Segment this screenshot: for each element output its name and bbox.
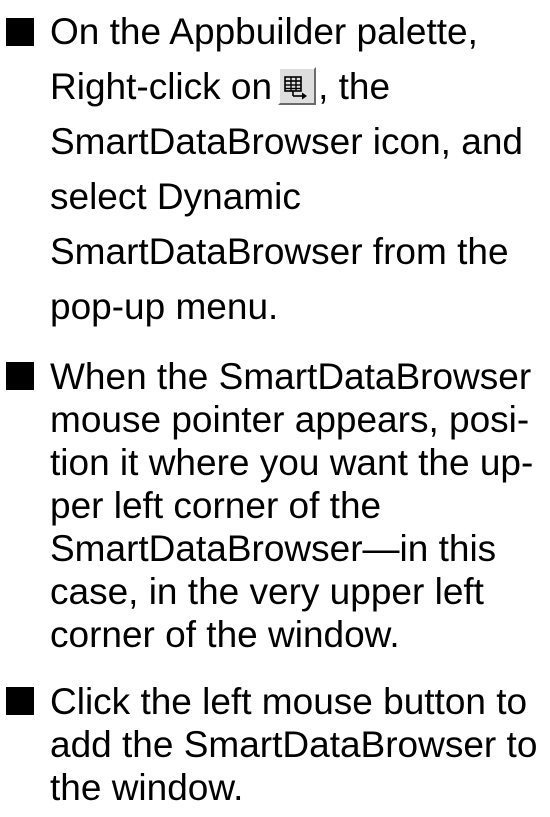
step-1-text: On the Appbuilder palette, Right-click o… <box>50 4 545 334</box>
step-2-text: When the SmartDataBrowser mouse pointer … <box>50 355 545 656</box>
text-line: SmartDataBrowser icon, and <box>50 121 523 162</box>
text-line: add the SmartDataBrowser to <box>50 724 538 765</box>
text-line: SmartDataBrowser from the <box>50 231 509 272</box>
text-line: mouse pointer appears, posi- <box>50 399 530 440</box>
text-fragment: , the <box>318 66 391 107</box>
text-line: pop-up menu. <box>50 286 279 327</box>
bullet-square-icon <box>6 18 34 46</box>
text-line-with-icon: Right-click on , the <box>50 59 545 114</box>
text-line: select Dynamic <box>50 176 301 217</box>
step-3-text: Click the left mouse button to add the S… <box>50 680 545 809</box>
text-line: corner of the window. <box>50 614 400 655</box>
text-line: SmartDataBrowser—in this <box>50 528 497 569</box>
text-line: case, in the very upper left <box>50 571 484 612</box>
list-item-step-3: Click the left mouse button to add the S… <box>0 680 550 815</box>
list-item-step-1: On the Appbuilder palette, Right-click o… <box>0 0 550 345</box>
text-fragment: Right-click on <box>50 66 273 107</box>
smartdatabrowser-palette-icon[interactable] <box>278 67 317 105</box>
list-item-step-2: When the SmartDataBrowser mouse pointer … <box>0 355 550 660</box>
text-line: Click the left mouse button to <box>50 681 528 722</box>
text-line: tion it where you want the up- <box>50 442 534 483</box>
bullet-square-icon <box>6 687 34 715</box>
text-line: per left corner of the <box>50 485 382 526</box>
smartdatabrowser-glyph-icon <box>284 76 308 100</box>
text-line: On the Appbuilder palette, <box>50 11 478 52</box>
text-line: the window. <box>50 767 244 808</box>
bullet-square-icon <box>6 362 34 390</box>
text-line: When the SmartDataBrowser <box>50 356 532 397</box>
